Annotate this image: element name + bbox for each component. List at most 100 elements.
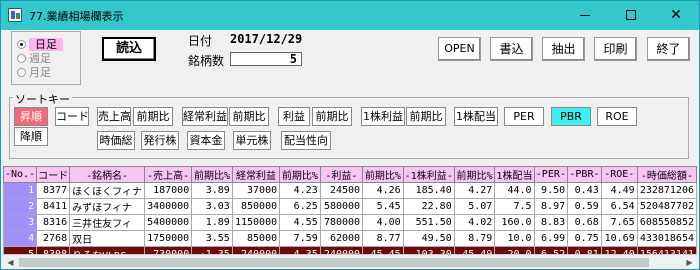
scroll-left-icon[interactable]: ◀	[3, 255, 18, 270]
column-header[interactable]: -売上高-	[143, 166, 193, 183]
sort-sales-button[interactable]: 売上高	[97, 107, 131, 126]
sort-code-button[interactable]: コード	[55, 107, 89, 126]
table-cell: 6.99	[533, 230, 569, 247]
table-row[interactable]: 1 8377 ほくほくフィナ 187000 3.89 37000 4.23 24500 4.26…	[3, 182, 697, 199]
table-cell: 1150000	[231, 214, 281, 231]
table-cell: 730000	[143, 246, 193, 254]
table-cell: ほくほくフィナ	[69, 182, 145, 199]
radio-monthly[interactable]: 月足	[17, 66, 51, 80]
horizontal-scrollbar[interactable]: ◀ ▶	[3, 254, 697, 269]
column-header[interactable]: 前期比%	[362, 166, 404, 183]
sort-ordinary-profit-button[interactable]: 経常利益	[182, 107, 228, 126]
column-header[interactable]: -銘柄名-	[69, 166, 145, 183]
table-cell: 8308	[36, 246, 71, 254]
table-cell: 7.59	[279, 230, 321, 247]
table-row[interactable]: 2 8411 みずほフィナ 3400000 3.03 850000 6.25 580000 5.…	[3, 198, 697, 215]
table-cell: みずほフィナ	[69, 198, 145, 215]
sort-per-button[interactable]: PER	[504, 107, 544, 126]
column-header[interactable]: -PBR-	[567, 166, 602, 183]
sort-profit-change-button[interactable]: 前期比	[312, 107, 352, 126]
open-button[interactable]: OPEN	[438, 37, 481, 61]
print-button[interactable]: 印刷	[594, 37, 637, 61]
table-row[interactable]: 4 2768 双日 1750000 3.55 85000 7.59 62000 8.77 49.5…	[3, 230, 697, 247]
table-cell: 1750000	[143, 230, 193, 247]
column-header[interactable]: -PER-	[533, 166, 569, 183]
date-label: 日付	[188, 34, 213, 48]
column-header[interactable]: 経常利益	[231, 166, 281, 183]
write-button[interactable]: 書込	[490, 37, 533, 61]
column-header[interactable]: -1株利益-	[402, 166, 455, 183]
table-cell: 0.68	[567, 214, 602, 231]
sort-payout-ratio-button[interactable]: 配当性向	[281, 131, 331, 150]
radio-dot-icon	[17, 40, 26, 49]
sort-eps-button[interactable]: 1株利益	[361, 107, 405, 126]
table-cell: 551.50	[402, 214, 455, 231]
extract-button[interactable]: 抽出	[542, 37, 585, 61]
column-header[interactable]: -No.-	[3, 166, 38, 183]
table-cell: 6.52	[533, 246, 569, 254]
column-header[interactable]: -ROE-	[600, 166, 638, 183]
table-cell: 45.49	[453, 246, 496, 254]
table-cell: 4.35	[279, 246, 321, 254]
sort-profit-button[interactable]: 利益	[278, 107, 310, 126]
table-cell: 49.50	[402, 230, 455, 247]
table-cell: 双日	[69, 230, 145, 247]
table-cell: 5.45	[362, 198, 404, 215]
table-cell: 8.77	[362, 230, 404, 247]
sort-eps-change-button[interactable]: 前期比	[406, 107, 446, 126]
table-cell: 8316	[36, 214, 71, 231]
table-cell: 三井住友フィ	[69, 214, 145, 231]
table-cell: 8411	[36, 198, 71, 215]
stock-data-grid[interactable]: -No.- コード -銘柄名- -売上高- 前期比% 経常利益 前期比% -利益- 前期比% -1…	[3, 166, 697, 254]
load-button[interactable]: 読込	[102, 37, 156, 61]
app-window: 77.業績相場欄表示 ✕ 日足 週足 月足 読込 日付 2017/12/29 銘…	[0, 0, 700, 270]
close-button[interactable]: ✕	[653, 1, 699, 30]
table-cell: 4.55	[279, 214, 321, 231]
scroll-right-icon[interactable]: ▶	[682, 255, 697, 270]
sort-sales-change-button[interactable]: 前期比	[133, 107, 173, 126]
sort-dividend-button[interactable]: 1株配当	[454, 107, 498, 126]
sort-ascending-button[interactable]: 昇順	[14, 107, 48, 126]
column-header[interactable]: -利益-	[319, 166, 364, 183]
table-cell: 24500	[319, 182, 364, 199]
table-cell: 580000	[319, 198, 364, 215]
table-cell: 8.97	[533, 198, 569, 215]
column-header[interactable]: 前期比%	[279, 166, 321, 183]
table-row[interactable]: 58308りそなHLDG730000-1.352400004.352400004…	[3, 246, 697, 254]
count-label: 銘柄数	[188, 54, 225, 68]
table-cell: 4.26	[362, 182, 404, 199]
sort-pbr-button[interactable]: PBR	[551, 107, 591, 126]
radio-weekly[interactable]: 週足	[17, 52, 51, 66]
table-cell: 62000	[319, 230, 364, 247]
column-header[interactable]: 1株配当	[494, 166, 535, 183]
title-bar: 77.業績相場欄表示 ✕	[1, 1, 699, 30]
table-cell: 37000	[231, 182, 281, 199]
table-header-row: -No.- コード -銘柄名- -売上高- 前期比% 経常利益 前期比% -利益- 前期比% -1…	[3, 166, 697, 183]
minimize-button[interactable]	[562, 1, 608, 30]
sort-roe-button[interactable]: ROE	[597, 107, 637, 126]
column-header[interactable]: 前期比%	[191, 166, 233, 183]
maximize-button[interactable]	[608, 1, 654, 30]
table-cell: 4.49	[600, 182, 638, 199]
exit-button[interactable]: 終了	[647, 37, 690, 61]
window-title: 77.業績相場欄表示	[29, 10, 124, 23]
sort-market-cap-button[interactable]: 時価総	[97, 131, 135, 150]
table-row[interactable]: 3 8316 三井住友フィ 5400000 1.89 1150000 4.55 780000 4…	[3, 214, 697, 231]
table-cell: 2	[3, 198, 38, 215]
table-cell: 22.80	[402, 198, 455, 215]
table-cell: 4.23	[279, 182, 321, 199]
table-cell: 103.30	[402, 246, 455, 254]
stock-table: -No.- コード -銘柄名- -売上高- 前期比% 経常利益 前期比% -利益- 前期比% -1…	[3, 166, 697, 254]
sort-shares-issued-button[interactable]: 発行株	[141, 131, 179, 150]
table-cell: 8.83	[533, 214, 569, 231]
column-header[interactable]: -時価総額-	[636, 166, 697, 183]
sort-ordinary-change-button[interactable]: 前期比	[229, 107, 269, 126]
column-header[interactable]: コード	[36, 166, 71, 183]
column-header[interactable]: 前期比%	[453, 166, 496, 183]
scroll-thumb[interactable]	[19, 258, 649, 267]
sort-capital-button[interactable]: 資本金	[187, 131, 225, 150]
table-cell: 20.0	[494, 246, 535, 254]
sort-descending-button[interactable]: 降順	[14, 127, 48, 146]
radio-daily[interactable]: 日足	[17, 38, 63, 52]
sort-unit-shares-button[interactable]: 単元株	[233, 131, 271, 150]
